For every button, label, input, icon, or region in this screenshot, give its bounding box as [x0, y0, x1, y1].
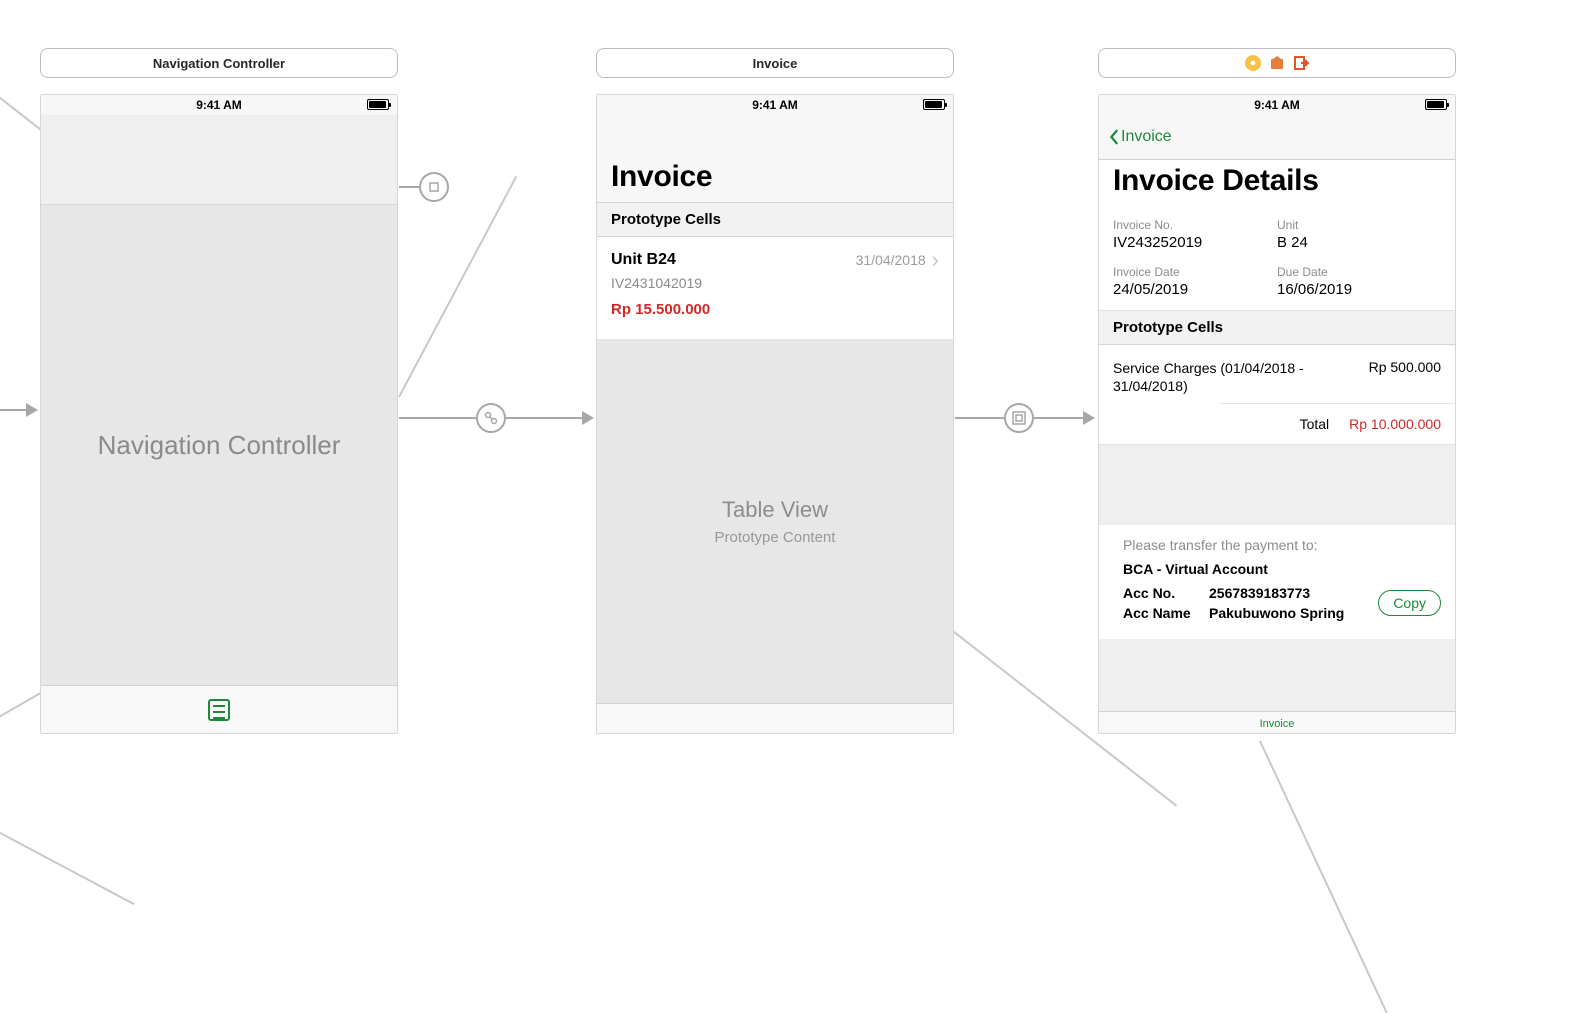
invoice-no-value: IV243252019	[1113, 234, 1277, 251]
acc-no-label: Acc No.	[1123, 585, 1209, 601]
statusbar-time: 9:41 AM	[1254, 98, 1300, 112]
charge-amount: Rp 500.000	[1369, 359, 1441, 395]
viewcontroller-icon: ●	[1245, 55, 1261, 71]
statusbar-time: 9:41 AM	[752, 98, 798, 112]
first-responder-icon	[1269, 55, 1285, 71]
exit-icon	[1293, 55, 1309, 71]
scene-invoice[interactable]: Invoice 9:41 AM Invoice Prototype Cells …	[596, 48, 954, 734]
charge-description: Service Charges (01/04/2018 - 31/04/2018…	[1113, 359, 1313, 395]
due-date-label: Due Date	[1277, 265, 1441, 279]
segue-relationship-icon[interactable]	[476, 403, 506, 433]
total-label: Total	[1300, 416, 1330, 432]
storyboard-canvas[interactable]: Navigation Controller 9:41 AM Navigation…	[0, 0, 1576, 824]
segue-show-icon[interactable]	[1004, 403, 1034, 433]
scene-titlebar[interactable]: Navigation Controller	[40, 48, 398, 78]
tab-label[interactable]: Invoice	[1099, 711, 1455, 733]
battery-icon	[1425, 99, 1447, 110]
invoice-cell-date: 31/04/2018	[856, 252, 926, 268]
invoice-cell-unit: Unit B24	[611, 251, 676, 269]
tabbar[interactable]	[597, 703, 953, 733]
invoice-meta-grid: Invoice No. IV243252019 Unit B 24 Invoic…	[1099, 206, 1455, 311]
acc-name-label: Acc Name	[1123, 605, 1209, 621]
copy-button[interactable]: Copy	[1378, 590, 1441, 616]
invoice-cell-amount: Rp 15.500.000	[611, 301, 939, 318]
battery-icon	[923, 99, 945, 110]
prototype-cells-header: Prototype Cells	[1099, 311, 1455, 345]
back-button[interactable]: Invoice	[1109, 128, 1172, 146]
scene-title: Navigation Controller	[153, 56, 285, 71]
total-value: Rp 10.000.000	[1349, 416, 1441, 432]
due-date-value: 16/06/2019	[1277, 281, 1441, 298]
statusbar-time: 9:41 AM	[196, 98, 242, 112]
scene-invoice-details[interactable]: ● 9:41 AM Invoice Invoice	[1098, 48, 1456, 734]
acc-no-value: 2567839183773	[1209, 585, 1378, 601]
charge-row: Service Charges (01/04/2018 - 31/04/2018…	[1099, 345, 1455, 403]
device-frame: 9:41 AM Invoice Invoice Details Invoice …	[1098, 94, 1456, 734]
scene-title: Invoice	[753, 56, 798, 71]
device-frame: 9:41 AM Invoice Prototype Cells Unit B24…	[596, 94, 954, 734]
acc-name-value: Pakubuwono Spring	[1209, 605, 1378, 621]
battery-icon	[367, 99, 389, 110]
payment-info: Please transfer the payment to: BCA - Vi…	[1099, 525, 1455, 639]
tabbar[interactable]	[41, 685, 397, 733]
chevron-right-icon: ›	[932, 247, 939, 273]
list-icon[interactable]	[208, 699, 230, 721]
statusbar: 9:41 AM	[1099, 95, 1455, 115]
scene-navigation-controller[interactable]: Navigation Controller 9:41 AM Navigation…	[40, 48, 398, 734]
invoice-date-value: 24/05/2019	[1113, 281, 1277, 298]
payment-hint: Please transfer the payment to:	[1123, 537, 1441, 553]
scene-titlebar[interactable]: Invoice	[596, 48, 954, 78]
invoice-date-label: Invoice Date	[1113, 265, 1277, 279]
chevron-left-icon	[1109, 129, 1119, 145]
unit-label: Unit	[1277, 218, 1441, 232]
page-title: Invoice Details	[1113, 164, 1441, 198]
tableview-placeholder: Table View Prototype Content	[597, 340, 953, 703]
total-row: Total Rp 10.000.000	[1219, 403, 1455, 444]
unit-value: B 24	[1277, 234, 1441, 251]
invoice-no-label: Invoice No.	[1113, 218, 1277, 232]
nav-placeholder: Navigation Controller	[41, 205, 397, 685]
segue-present-icon[interactable]	[419, 172, 449, 202]
page-title: Invoice	[611, 160, 939, 194]
device-frame: 9:41 AM Navigation Controller	[40, 94, 398, 734]
payment-bank: BCA - Virtual Account	[1123, 561, 1441, 577]
scene-titlebar[interactable]: ●	[1098, 48, 1456, 78]
navbar: Invoice	[1099, 115, 1455, 160]
invoice-cell-number: IV2431042019	[611, 275, 939, 291]
prototype-cells-header: Prototype Cells	[597, 203, 953, 237]
statusbar: 9:41 AM	[597, 95, 953, 115]
invoice-cell[interactable]: Unit B24 31/04/2018 › IV2431042019 Rp 15…	[597, 237, 953, 330]
statusbar: 9:41 AM	[41, 95, 397, 115]
